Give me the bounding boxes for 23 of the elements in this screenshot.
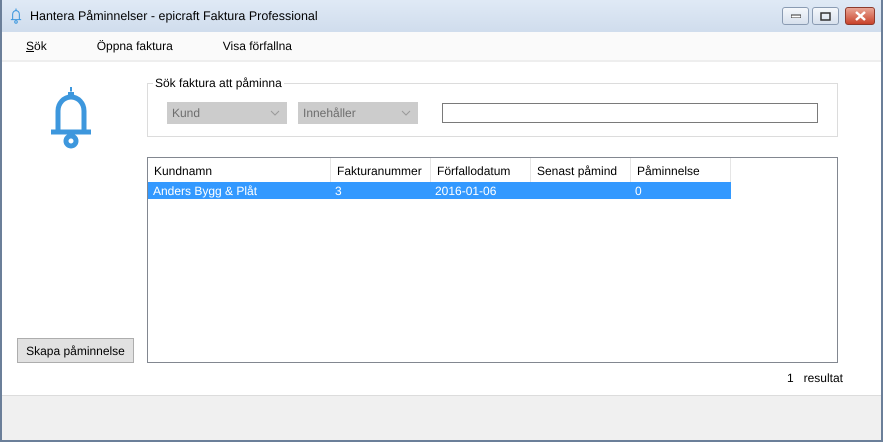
search-field[interactable] <box>442 103 818 123</box>
window-title: Hantera Påminnelser - epicraft Faktura Professional <box>30 9 319 23</box>
table-cell-text: Anders Bygg & Plåt <box>152 183 258 199</box>
table-cell-text: 2016-01-06 <box>434 183 498 199</box>
minimize-button[interactable] <box>782 7 809 25</box>
menu-item[interactable]: Sök <box>17 39 56 53</box>
result-label: resultat <box>804 371 843 385</box>
menu-item[interactable]: Visa förfallna <box>214 39 301 53</box>
close-button[interactable] <box>845 7 875 25</box>
menu-item[interactable]: Öppna faktura <box>88 39 182 53</box>
result-count: 1 <box>786 371 794 385</box>
minimize-icon <box>790 14 800 18</box>
chevron-down-icon <box>270 110 280 116</box>
maximize-icon <box>820 12 831 20</box>
bell-icon <box>49 87 93 149</box>
create-reminder-button[interactable]: Skapa påminnelse <box>17 338 134 363</box>
table-cell-text: 0 <box>634 183 643 199</box>
bell-icon <box>10 8 22 24</box>
maximize-button[interactable] <box>812 7 839 25</box>
chevron-down-icon <box>401 110 411 116</box>
table-cell-text: 3 <box>334 183 343 199</box>
group-title: Sök faktura att påminna <box>153 76 284 90</box>
close-icon <box>854 11 866 21</box>
